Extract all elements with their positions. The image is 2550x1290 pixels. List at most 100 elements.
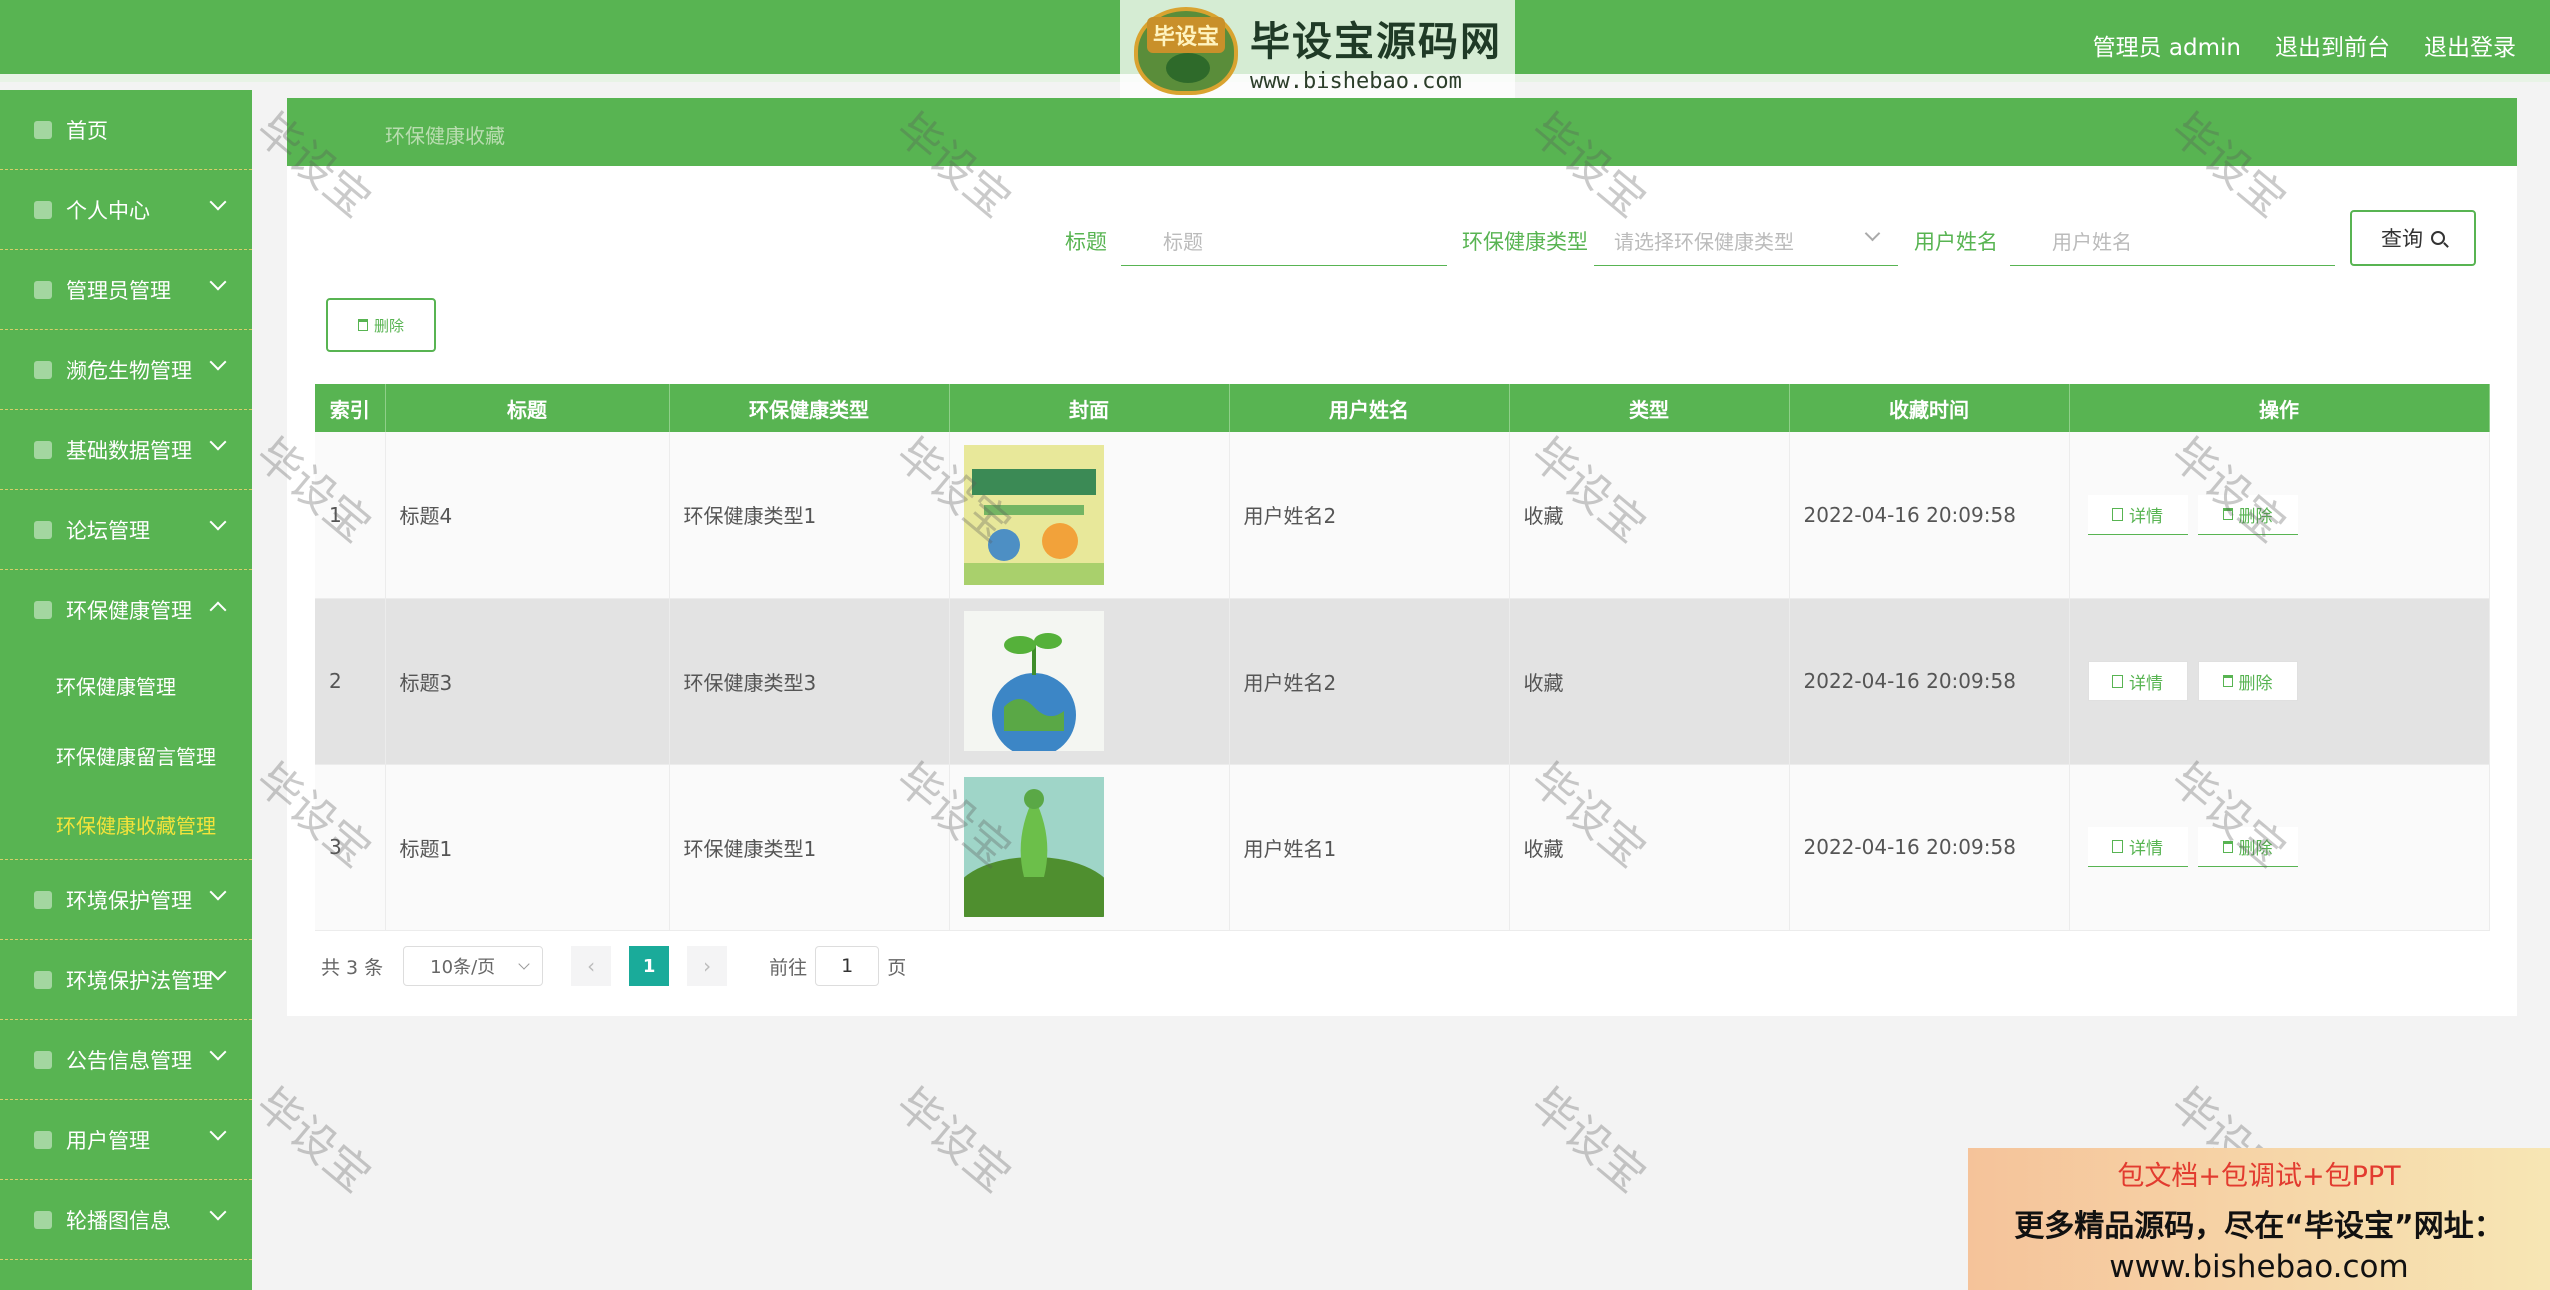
type-select[interactable]: 请选择环保健康类型 [1594,210,1898,266]
page-size-value: 10条/页 [430,957,496,978]
home-icon [34,120,52,139]
delete-button[interactable]: 删除 [2197,494,2298,535]
chevron-left-icon: ‹ [587,954,596,978]
detail-label: 详情 [2129,506,2163,527]
sidebar-item-users[interactable]: 用户管理 [0,1100,252,1180]
page-number[interactable]: 1 [629,946,670,986]
chevron-down-icon [209,433,227,451]
chevron-down-icon [518,958,530,970]
chevron-down-icon [209,193,227,211]
chevron-down-icon [209,883,227,901]
detail-label: 详情 [2129,839,2163,859]
delete-label: 删除 [373,316,404,335]
collection-table: 索引 标题 环保健康类型 封面 用户姓名 类型 收藏时间 操作 1 标题4 环保… [315,384,2490,931]
prev-page-button[interactable]: ‹ [571,946,612,986]
sidebar-item-label: 濒危生物管理 [66,358,192,383]
promo-banner[interactable]: 包文档+包调试+包PPT 更多精品源码，尽在“毕设宝”网址： www.bishe… [1968,1148,2550,1290]
cell-cover [949,598,1230,765]
top-header: 毕设宝 毕设宝源码网 www.bishebao.com 管理员 admin 退出… [0,0,2550,102]
cell-user: 用户姓名1 [1229,764,1510,931]
title-input[interactable]: 标题 [1121,210,1447,266]
cell-index: 3 [315,764,386,931]
chevron-down-icon [209,1203,227,1221]
detail-button[interactable]: 详情 [2087,494,2188,535]
sidebar-item-label: 首页 [66,118,108,143]
sidebar-item-home[interactable]: 首页 [0,90,252,170]
goto-page-input[interactable]: 1 [815,946,880,986]
cell-type: 环保健康类型1 [669,764,950,931]
user-input[interactable]: 用户姓名 [2010,210,2335,266]
search-icon [2431,231,2445,245]
exit-to-front-link[interactable]: 退出到前台 [2275,28,2390,62]
detail-label: 详情 [2129,673,2163,694]
col-user: 用户姓名 [1229,384,1510,432]
detail-button[interactable]: 详情 [2087,827,2188,867]
detail-button[interactable]: 详情 [2087,661,2188,701]
cell-user: 用户姓名2 [1229,432,1510,599]
cell-time: 2022-04-16 20:09:58 [1789,764,2070,931]
sidebar-subitem-health[interactable]: 环保健康管理 [0,650,252,720]
sidebar-item-env-protection[interactable]: 环境保护管理 [0,860,252,940]
logo-badge-text: 毕设宝 [1146,17,1225,53]
sidebar-item-forum[interactable]: 论坛管理 [0,490,252,570]
cell-title: 标题1 [385,764,670,931]
cell-kind: 收藏 [1509,764,1790,931]
batch-delete-button[interactable]: 删除 [326,298,436,352]
users-icon [34,1130,52,1149]
sidebar-subitem-health-message[interactable]: 环保健康留言管理 [0,720,252,790]
sidebar-item-personal-center[interactable]: 个人中心 [0,170,252,250]
cell-type: 环保健康类型3 [669,598,950,765]
cell-type: 环保健康类型1 [669,432,950,599]
promo-line-1: 包文档+包调试+包PPT [2117,1161,2401,1192]
table-header-row: 索引 标题 环保健康类型 封面 用户姓名 类型 收藏时间 操作 [315,384,2490,432]
chevron-right-icon: › [703,954,712,978]
next-page-button[interactable]: › [687,946,728,986]
query-button[interactable]: 查询 [2350,210,2476,266]
delete-label: 删除 [2238,839,2273,859]
goto-prefix: 前往 [769,956,808,979]
cell-user: 用户姓名2 [1229,598,1510,765]
page-size-select[interactable]: 10条/页 [403,946,544,986]
type-select-placeholder: 请选择环保健康类型 [1614,230,1794,254]
promo-line-2: 更多精品源码，尽在“毕设宝”网址： [2014,1209,2504,1244]
delete-label: 删除 [2238,506,2273,527]
col-kind: 类型 [1509,384,1790,432]
delete-button[interactable]: 删除 [2197,827,2298,867]
delete-label: 删除 [2238,673,2273,694]
earth-sprout-icon [963,611,1104,751]
sidebar-item-label: 环境保护法管理 [66,968,213,993]
sidebar-subitem-health-collection[interactable]: 环保健康收藏管理 [0,790,252,860]
sidebar-item-notice[interactable]: 公告信息管理 [0,1020,252,1100]
logo-title: 毕设宝源码网 [1250,18,1502,65]
breadcrumb-text: 环保健康收藏 [385,124,505,148]
document-icon [2112,674,2123,688]
sidebar-item-admin-management[interactable]: 管理员管理 [0,250,252,330]
sidebar-item-label: 管理员管理 [66,278,171,303]
sidebar-item-carousel[interactable]: 轮播图信息 [0,1180,252,1260]
cell-cover [949,432,1230,599]
col-actions: 操作 [2069,384,2490,432]
sidebar-item-env-law[interactable]: 环境保护法管理 [0,940,252,1020]
cell-actions: 详情 删除 [2069,432,2490,599]
sidebar-item-endangered-species[interactable]: 濒危生物管理 [0,330,252,410]
watermark: 毕设宝 [246,1078,381,1203]
cell-index: 1 [315,432,386,599]
cell-title: 标题4 [385,432,670,599]
sidebar: 首页 个人中心 管理员管理 濒危生物管理 基础数据管理 论坛管理 环保健康管理 … [0,90,252,1290]
forum-icon [34,520,52,539]
cell-time: 2022-04-16 20:09:58 [1789,432,2070,599]
delete-button[interactable]: 删除 [2197,661,2298,701]
user-label: 用户姓名 [1914,230,1998,254]
col-index: 索引 [315,384,386,432]
law-icon [34,970,52,989]
col-type: 环保健康类型 [669,384,950,432]
sidebar-item-label: 环保健康管理 [66,599,192,623]
logout-link[interactable]: 退出登录 [2424,28,2516,62]
health-icon [34,601,52,619]
sidebar-item-base-data[interactable]: 基础数据管理 [0,410,252,490]
title-label: 标题 [1065,230,1107,254]
sidebar-item-label: 论坛管理 [66,518,150,543]
cell-kind: 收藏 [1509,432,1790,599]
sidebar-item-health[interactable]: 环保健康管理 [0,570,252,650]
logo-badge-icon: 毕设宝 [1134,7,1238,95]
